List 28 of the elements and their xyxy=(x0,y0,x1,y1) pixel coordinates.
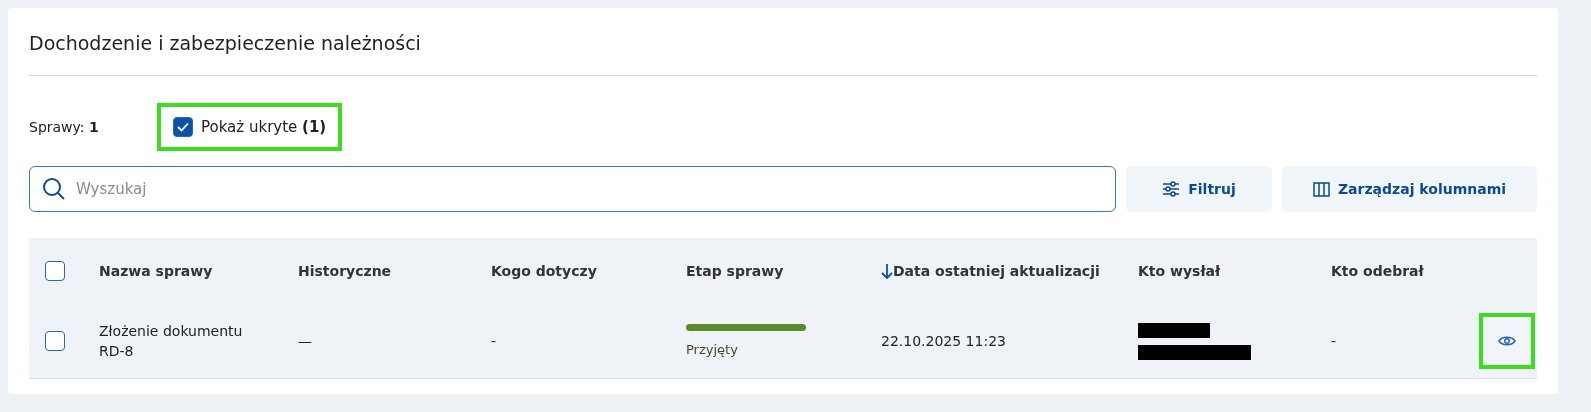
sliders-icon xyxy=(1162,181,1181,197)
table-cell-text: - xyxy=(1331,331,1338,351)
column-header[interactable]: Kogo dotyczy xyxy=(491,263,686,279)
page-title: Dochodzenie i zabezpieczenie należności xyxy=(29,32,1537,76)
checkbox-label: Pokaż ukryte (1) xyxy=(201,118,327,136)
table-cell-text: - xyxy=(491,331,498,351)
checkbox[interactable] xyxy=(173,117,193,137)
stage-label: Przyjęty xyxy=(686,342,738,357)
column-header[interactable]: Historyczne xyxy=(298,263,491,279)
column-header[interactable]: Kto wysłał xyxy=(1138,263,1331,279)
manage-columns-button[interactable]: Zarządzaj kolumnami xyxy=(1282,166,1537,212)
table-cell-text: — xyxy=(298,331,313,351)
column-header[interactable]: Data ostatniej aktualizacji xyxy=(881,263,1138,279)
case-count: Sprawy: 1 xyxy=(29,119,100,135)
row-checkbox[interactable] xyxy=(45,331,65,351)
filter-button[interactable]: Filtruj xyxy=(1126,166,1272,212)
search-field[interactable]: Wyszukaj xyxy=(29,166,1116,212)
column-header[interactable]: Etap sprawy xyxy=(686,263,881,279)
table-cell-text: Złożenie dokumentu RD-8 xyxy=(99,321,244,361)
select-all-checkbox[interactable] xyxy=(45,261,65,281)
view-button[interactable] xyxy=(1479,313,1535,369)
eye-icon xyxy=(1498,335,1516,347)
search-icon xyxy=(42,177,66,201)
columns-icon xyxy=(1312,181,1330,197)
column-header[interactable]: Nazwa sprawy xyxy=(99,263,298,279)
table-cell-text: 22.10.2025 11:23 xyxy=(881,331,1007,351)
column-header[interactable]: Kto odebrał xyxy=(1331,263,1476,279)
check-icon xyxy=(177,122,189,132)
